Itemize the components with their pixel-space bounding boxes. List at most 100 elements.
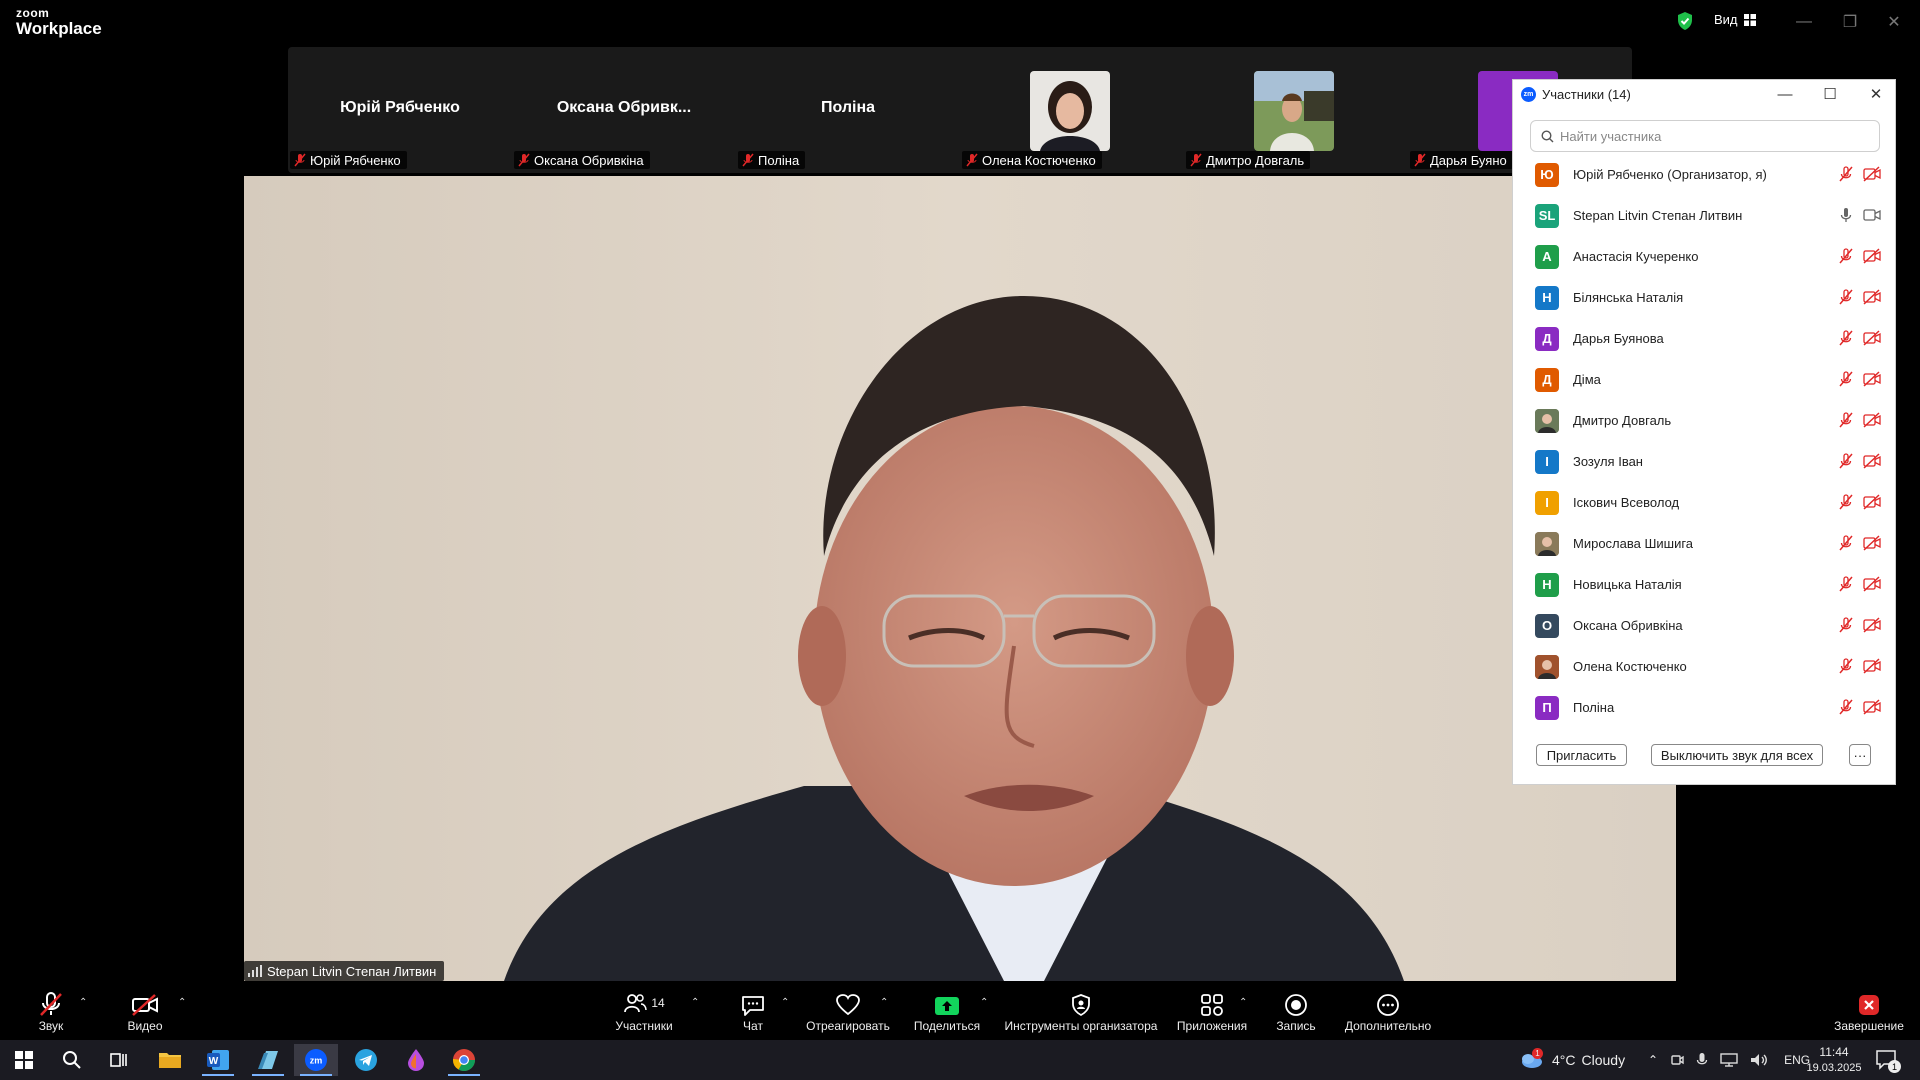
security-shield-icon[interactable] xyxy=(1676,11,1694,31)
search-icon xyxy=(63,1051,81,1069)
participants-options-chevron-icon[interactable]: ⌃ xyxy=(691,997,699,1008)
participant-status-icons xyxy=(1839,330,1881,346)
more-button[interactable]: Дополнительно xyxy=(1343,989,1433,1033)
participants-icon xyxy=(624,994,648,1013)
participant-search[interactable] xyxy=(1530,120,1880,152)
apps-label: Приложения xyxy=(1176,1019,1248,1033)
participant-row[interactable]: Ю Юрій Рябченко (Организатор, я) xyxy=(1513,154,1895,195)
chat-options-chevron-icon[interactable]: ⌃ xyxy=(781,997,789,1008)
tile-big-name: Юрій Рябченко xyxy=(340,99,460,116)
record-button[interactable]: Запись xyxy=(1275,989,1317,1033)
mic-icon xyxy=(1840,208,1852,222)
participant-row[interactable]: О Оксана Обривкіна xyxy=(1513,605,1895,646)
share-label: Поделиться xyxy=(913,1019,981,1033)
audio-options-chevron-icon[interactable]: ⌃ xyxy=(79,997,87,1008)
more-options-button[interactable]: ··· xyxy=(1849,744,1871,766)
notes-app-icon[interactable] xyxy=(246,1044,290,1076)
apps-button[interactable]: Приложения xyxy=(1175,989,1249,1033)
participant-status-icons xyxy=(1839,248,1881,264)
heart-icon xyxy=(836,994,860,1016)
windows-start-icon[interactable] xyxy=(2,1044,46,1076)
restore-icon[interactable]: ❐ xyxy=(1838,10,1862,34)
weather-widget[interactable]: 1 4°C Cloudy xyxy=(1518,1040,1625,1080)
participant-row[interactable]: Д Діма xyxy=(1513,359,1895,400)
share-screen-icon xyxy=(935,997,959,1015)
participant-status-icons xyxy=(1839,494,1881,510)
notification-center[interactable]: 1 xyxy=(1876,1040,1901,1080)
network-icon[interactable] xyxy=(1720,1053,1738,1067)
file-explorer-icon[interactable] xyxy=(148,1044,192,1076)
video-off-icon xyxy=(1863,576,1881,592)
participant-row[interactable]: Д Дарья Буянова xyxy=(1513,318,1895,359)
participant-row[interactable]: Мирослава Шишига xyxy=(1513,523,1895,564)
zoom-workplace-logo: zoom Workplace xyxy=(16,7,102,37)
system-tray: ⌃ ENG xyxy=(1648,1040,1810,1080)
taskbar-search-icon[interactable] xyxy=(50,1044,94,1076)
mute-all-button[interactable]: Выключить звук для всех xyxy=(1651,744,1823,766)
chrome-app-icon[interactable] xyxy=(442,1044,486,1076)
video-off-icon xyxy=(1863,658,1881,674)
clock[interactable]: 11:44 19.03.2025 xyxy=(1806,1040,1862,1080)
meet-now-icon[interactable] xyxy=(1670,1053,1684,1067)
video-options-chevron-icon[interactable]: ⌃ xyxy=(178,997,186,1008)
apps-options-chevron-icon[interactable]: ⌃ xyxy=(1239,997,1247,1008)
panel-maximize-icon[interactable]: ☐ xyxy=(1819,83,1841,105)
participant-tile[interactable]: Поліна Поліна xyxy=(736,47,960,173)
invite-button[interactable]: Пригласить xyxy=(1536,744,1627,766)
react-options-chevron-icon[interactable]: ⌃ xyxy=(880,997,888,1008)
react-button[interactable]: Отреагировать xyxy=(806,989,890,1033)
participant-tile[interactable]: Оксана Обривк... Оксана Обривкіна xyxy=(512,47,736,173)
minimize-icon[interactable]: — xyxy=(1792,10,1816,34)
meeting-toolbar: Звук ⌃ Видео ⌃ 14 Участники ⌃ Чат ⌃ Отре… xyxy=(0,981,1920,1040)
tile-label: Олена Костюченко xyxy=(962,151,1102,169)
video-button[interactable]: Видео xyxy=(126,989,164,1033)
telegram-app-icon[interactable] xyxy=(344,1044,388,1076)
participant-row[interactable]: І Зозуля Іван xyxy=(1513,441,1895,482)
participant-row[interactable]: І Іскович Всеволод xyxy=(1513,482,1895,523)
tile-big-name: Поліна xyxy=(820,99,876,116)
share-options-chevron-icon[interactable]: ⌃ xyxy=(980,997,988,1008)
audio-button[interactable]: Звук xyxy=(36,989,66,1033)
view-button[interactable]: Вид xyxy=(1714,12,1756,27)
participant-row[interactable]: Н Новицька Наталія xyxy=(1513,564,1895,605)
close-icon[interactable]: ✕ xyxy=(1882,10,1906,34)
zoom-app-taskbar-icon[interactable]: zm xyxy=(294,1044,338,1076)
main-speaker-video[interactable]: Stepan Litvin Степан Литвин xyxy=(244,176,1676,981)
tile-label-text: Поліна xyxy=(758,152,800,168)
microphone-tray-icon[interactable] xyxy=(1696,1052,1708,1068)
participant-row[interactable]: А Анастасія Кучеренко xyxy=(1513,236,1895,277)
audio-label: Звук xyxy=(38,1019,64,1033)
participant-name: Новицька Наталія xyxy=(1573,577,1682,592)
participants-panel-footer: Пригласить Выключить звук для всех ··· xyxy=(1513,728,1895,784)
participant-row[interactable]: Дмитро Довгаль xyxy=(1513,400,1895,441)
volume-icon[interactable] xyxy=(1750,1053,1768,1067)
end-meeting-button[interactable]: Завершение xyxy=(1834,989,1904,1033)
host-tools-button[interactable]: Инструменты организатора xyxy=(1004,989,1158,1033)
mic-muted-icon xyxy=(1839,494,1853,510)
participant-tile[interactable]: Дмитро Довгаль xyxy=(1184,47,1408,173)
record-icon xyxy=(1285,994,1307,1016)
panel-minimize-icon[interactable]: — xyxy=(1774,83,1796,105)
tray-expand-chevron-icon[interactable]: ⌃ xyxy=(1648,1053,1658,1067)
participant-row[interactable]: П Поліна xyxy=(1513,687,1895,728)
participant-row[interactable]: Олена Костюченко xyxy=(1513,646,1895,687)
word-app-icon[interactable]: W xyxy=(196,1044,240,1076)
chat-button[interactable]: Чат xyxy=(738,989,768,1033)
participants-list: Ю Юрій Рябченко (Организатор, я) SL Stepan … xyxy=(1513,154,1895,728)
host-shield-icon xyxy=(1072,994,1090,1017)
video-off-icon xyxy=(1863,330,1881,346)
task-view-icon[interactable] xyxy=(98,1044,142,1076)
participant-row[interactable]: Н Білянська Наталія xyxy=(1513,277,1895,318)
panel-close-icon[interactable]: ✕ xyxy=(1865,83,1887,105)
tile-label: Юрій Рябченко xyxy=(290,151,407,169)
participant-tile[interactable]: Юрій Рябченко Юрій Рябченко xyxy=(288,47,512,173)
participant-avatar: І xyxy=(1535,449,1559,474)
participants-button[interactable]: 14 Участники xyxy=(612,989,676,1033)
participant-tile[interactable]: Олена Костюченко xyxy=(960,47,1184,173)
participant-search-input[interactable] xyxy=(1560,128,1860,144)
participant-status-icons xyxy=(1839,207,1881,223)
drop-app-icon[interactable] xyxy=(394,1044,438,1076)
mic-muted-icon xyxy=(1839,576,1853,592)
participant-row[interactable]: SL Stepan Litvin Степан Литвин xyxy=(1513,195,1895,236)
share-button[interactable]: Поделиться xyxy=(913,989,981,1033)
